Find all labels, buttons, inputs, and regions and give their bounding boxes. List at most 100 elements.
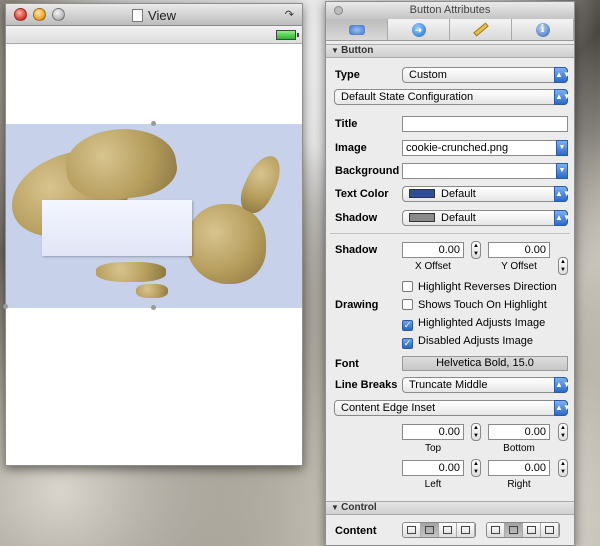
selection-handle-bottom-left[interactable] (3, 304, 8, 309)
line-breaks-value: Truncate Middle (409, 379, 488, 391)
simulated-status-bar (6, 26, 302, 44)
checkmark-icon[interactable]: ✓ (402, 320, 413, 331)
divider (330, 233, 570, 234)
shadow-color-label: Shadow (335, 212, 378, 224)
document-icon (132, 9, 144, 22)
shadow-color-popup[interactable]: Default ▲▼ (402, 210, 571, 226)
view-titlebar[interactable]: View ↷ (6, 4, 302, 26)
align-fill-icon[interactable] (457, 523, 475, 537)
fortune-paper-image (42, 200, 192, 256)
chevron-down-icon[interactable]: ▼ (556, 163, 568, 179)
edge-inset-value: Content Edge Inset (341, 402, 436, 414)
inset-top-field[interactable]: 0.00 (402, 424, 464, 440)
bottom-label: Bottom (503, 443, 535, 454)
checkbox-box[interactable] (402, 281, 413, 292)
text-color-value: Default (441, 188, 476, 200)
align-middle-icon[interactable] (505, 523, 523, 537)
right-label: Right (507, 479, 531, 490)
inset-right-stepper[interactable]: ▲ ▼ (558, 459, 568, 477)
connections-icon: ➜ (411, 22, 426, 37)
horizontal-alignment-control[interactable] (402, 522, 476, 538)
chevron-updown-icon: ▲▼ (554, 377, 571, 393)
line-breaks-popup[interactable]: Truncate Middle ▲▼ (402, 377, 571, 393)
close-button[interactable] (334, 6, 343, 15)
image-label: Image (335, 142, 367, 154)
chevron-updown-icon: ▲▼ (554, 67, 571, 83)
vertical-alignment-control[interactable] (486, 522, 560, 538)
inset-bottom-field[interactable]: 0.00 (488, 424, 550, 440)
cookie-crumb-image (96, 262, 166, 282)
cookie-tip-image (234, 150, 288, 218)
disabled-adjusts-checkbox[interactable]: ✓ Disabled Adjusts Image (402, 335, 533, 349)
chevron-down-icon[interactable]: ▼ (556, 140, 568, 156)
background-combo[interactable]: ▼ (402, 163, 568, 179)
tab-connections[interactable]: ➜ (388, 19, 450, 40)
shadow-x-stepper[interactable]: ▲ ▼ (471, 241, 481, 259)
shadow-offset-label: Shadow (335, 244, 378, 256)
inset-left-field[interactable]: 0.00 (402, 460, 464, 476)
state-config-value: Default State Configuration (341, 91, 474, 103)
button-section-label: Button (341, 45, 374, 56)
align-vfill-icon[interactable] (541, 523, 559, 537)
text-color-swatch[interactable] (409, 189, 435, 198)
chevron-updown-icon: ▲▼ (554, 89, 571, 105)
chevron-updown-icon: ▲▼ (554, 210, 571, 226)
align-left-icon[interactable] (403, 523, 421, 537)
chevron-updown-icon: ▲▼ (554, 186, 571, 202)
image-combo[interactable]: cookie-crunched.png ▼ (402, 140, 568, 156)
chevron-updown-icon: ▲▼ (554, 400, 571, 416)
size-ruler-icon (472, 22, 489, 37)
rotate-icon[interactable]: ↷ (285, 8, 294, 21)
left-label: Left (424, 479, 442, 490)
inset-top-stepper[interactable]: ▲ ▼ (471, 423, 481, 441)
tab-size[interactable] (450, 19, 512, 40)
checkbox-label: Shows Touch On Highlight (418, 299, 547, 311)
shadow-y-stepper[interactable]: ▲ ▼ (558, 257, 568, 275)
view-title-label: View (148, 8, 176, 23)
selection-handle-bottom[interactable] (151, 305, 156, 310)
font-label: Font (335, 358, 359, 370)
line-breaks-label: Line Breaks (335, 379, 398, 391)
type-popup[interactable]: Custom ▲▼ (402, 67, 571, 83)
text-color-popup[interactable]: Default ▲▼ (402, 186, 571, 202)
align-center-icon[interactable] (421, 523, 439, 537)
type-value: Custom (409, 69, 447, 81)
highlighted-adjusts-checkbox[interactable]: ✓ Highlighted Adjusts Image (402, 317, 545, 331)
cookie-crumb-small-image (136, 284, 168, 298)
inset-bottom-stepper[interactable]: ▲ ▼ (558, 423, 568, 441)
control-section-label: Control (341, 502, 377, 513)
content-label: Content (335, 525, 377, 537)
x-offset-label: X Offset (415, 261, 451, 272)
inset-right-field[interactable]: 0.00 (488, 460, 550, 476)
inspector-titlebar[interactable]: Button Attributes (326, 2, 574, 19)
inset-left-stepper[interactable]: ▲ ▼ (471, 459, 481, 477)
highlight-reverses-checkbox[interactable]: Highlight Reverses Direction (402, 281, 557, 293)
button-section-header[interactable]: Button (326, 44, 574, 58)
tab-identity[interactable]: i (512, 19, 574, 40)
shadow-color-swatch[interactable] (409, 213, 435, 222)
title-label: Title (335, 118, 358, 130)
title-field[interactable] (402, 116, 568, 132)
font-button[interactable]: Helvetica Bold, 15.0 (402, 356, 568, 371)
shadow-y-offset-field[interactable]: 0.00 (488, 242, 550, 258)
cookie-button-image[interactable] (1, 121, 302, 310)
identity-info-icon: i (535, 22, 550, 37)
selection-handle-top[interactable] (151, 121, 156, 126)
align-bottom-icon[interactable] (523, 523, 541, 537)
state-configuration-popup[interactable]: Default State Configuration ▲▼ (334, 89, 571, 105)
checkbox-label: Highlighted Adjusts Image (418, 317, 546, 329)
tab-attributes[interactable] (326, 19, 388, 40)
align-right-icon[interactable] (439, 523, 457, 537)
edge-inset-popup[interactable]: Content Edge Inset ▲▼ (334, 400, 571, 416)
align-top-icon[interactable] (487, 523, 505, 537)
shadow-x-offset-field[interactable]: 0.00 (402, 242, 464, 258)
control-section-header[interactable]: Control (326, 501, 574, 515)
top-label: Top (424, 443, 442, 454)
view-window: View ↷ (1, 3, 303, 466)
shadow-color-value: Default (441, 212, 476, 224)
y-offset-label: Y Offset (501, 261, 537, 272)
checkbox-box[interactable] (402, 299, 413, 310)
shows-touch-checkbox[interactable]: Shows Touch On Highlight (402, 299, 547, 311)
battery-icon (276, 30, 299, 40)
checkmark-icon[interactable]: ✓ (402, 338, 413, 349)
